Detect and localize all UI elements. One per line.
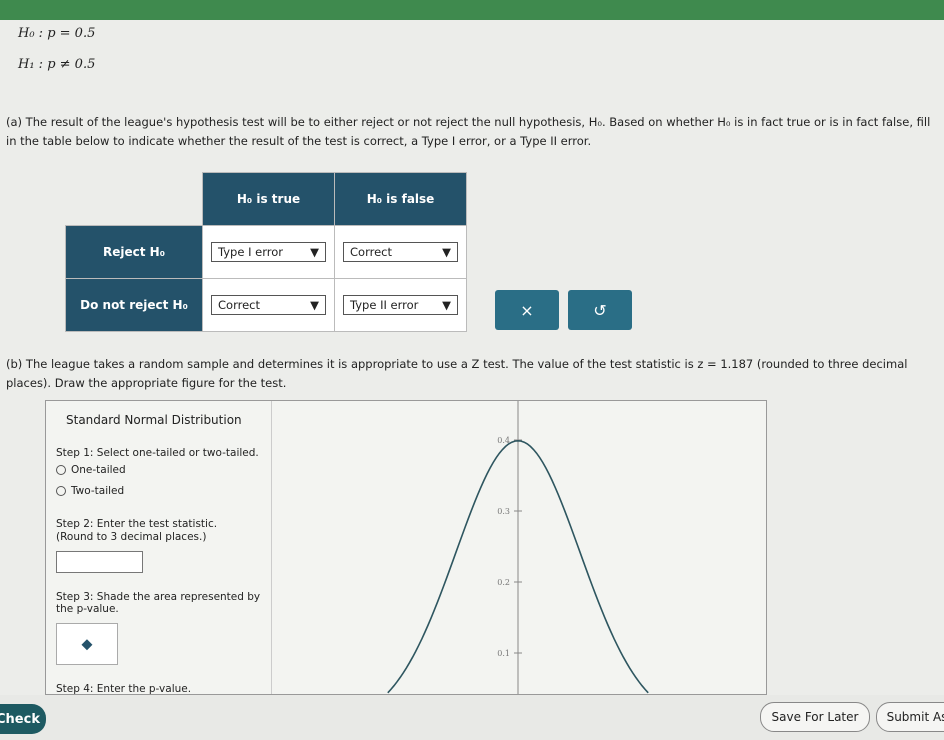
steps-panel: Standard Normal Distribution Step 1: Sel… <box>46 401 272 695</box>
step2-note: (Round to 3 decimal places.) <box>56 531 207 543</box>
col-h0-true: H₀ is true <box>202 172 335 226</box>
error-table: H₀ is true H₀ is false Reject H₀ Type I e… <box>65 172 467 332</box>
two-tailed-option[interactable]: Two-tailed <box>56 485 124 497</box>
dropdown-notreject-true[interactable]: Correct ▼ <box>211 295 326 315</box>
y-tick-label: 0.1 <box>497 649 510 658</box>
selected-value: Correct <box>218 298 260 312</box>
clear-button[interactable]: × <box>495 290 559 330</box>
y-tick-label: 0.2 <box>497 578 510 587</box>
panel-title: Standard Normal Distribution <box>66 413 242 427</box>
radio[interactable] <box>56 465 66 475</box>
dropdown-reject-false[interactable]: Correct ▼ <box>343 242 458 262</box>
dropdown-arrow-icon: ▼ <box>310 245 319 259</box>
save-for-later-button[interactable]: Save For Later <box>760 702 870 732</box>
dropdown-notreject-false[interactable]: Type II error ▼ <box>343 295 458 315</box>
one-tailed-option[interactable]: One-tailed <box>56 464 126 476</box>
part-a-text: (a) The result of the league's hypothesi… <box>6 115 931 148</box>
check-button[interactable]: Check <box>0 704 46 734</box>
undo-button[interactable]: ↺ <box>568 290 632 330</box>
alt-hypothesis: H₁ : p ≠ 0.5 <box>18 57 96 72</box>
selected-value: Type II error <box>350 298 419 312</box>
part-b-text: (b) The league takes a random sample and… <box>6 357 908 390</box>
selected-value: Type I error <box>218 245 283 259</box>
radio[interactable] <box>56 486 66 496</box>
step3-note: the p-value. <box>56 603 119 615</box>
shade-region-icon: ⬥ <box>81 634 93 653</box>
selected-value: Correct <box>350 245 392 259</box>
step2-label: Step 2: Enter the test statistic. <box>56 518 218 530</box>
dropdown-arrow-icon: ▼ <box>442 245 451 259</box>
step3-label: Step 3: Shade the area represented by <box>56 591 261 603</box>
y-tick-label: 0.3 <box>497 507 510 516</box>
row-not-reject: Do not reject H₀ <box>65 278 203 332</box>
top-bar <box>0 0 944 20</box>
normal-curve-chart[interactable]: 0.10.20.30.4 <box>272 401 766 694</box>
option-label: Two-tailed <box>71 485 125 497</box>
dropdown-arrow-icon: ▼ <box>310 298 319 312</box>
graph-panel: Standard Normal Distribution Step 1: Sel… <box>45 400 767 695</box>
option-label: One-tailed <box>71 464 126 476</box>
step4-label: Step 4: Enter the p-value. <box>56 683 192 695</box>
row-reject: Reject H₀ <box>65 225 203 279</box>
submit-button[interactable]: Submit As <box>876 702 944 732</box>
null-hypothesis: H₀ : p = 0.5 <box>18 26 96 41</box>
step1-label: Step 1: Select one-tailed or two-tailed. <box>56 447 259 459</box>
test-statistic-input[interactable] <box>56 551 143 573</box>
dropdown-reject-true[interactable]: Type I error ▼ <box>211 242 326 262</box>
col-h0-false: H₀ is false <box>334 172 467 226</box>
shade-tool-button[interactable]: ⬥ <box>56 623 118 665</box>
dropdown-arrow-icon: ▼ <box>442 298 451 312</box>
